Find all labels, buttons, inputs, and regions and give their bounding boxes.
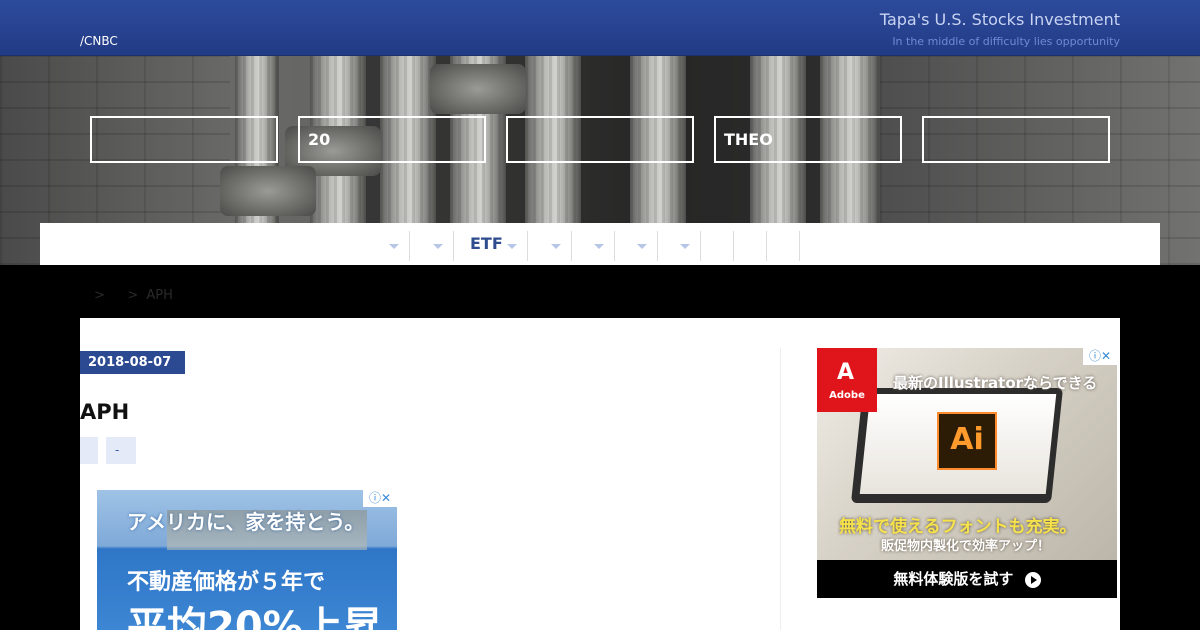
- breadcrumb: > > APH: [80, 288, 173, 303]
- chevron-down-icon: [594, 244, 604, 249]
- ad-cta-button[interactable]: 無料体験版を試す: [817, 560, 1117, 598]
- hero-nav-box-3[interactable]: [506, 116, 694, 163]
- hero-nav-box-1[interactable]: [90, 116, 278, 163]
- menu-item-7[interactable]: [658, 231, 701, 261]
- menu-item-6[interactable]: [615, 231, 658, 261]
- ad-subline-1: 無料で使えるフォントも充実。: [839, 517, 1077, 537]
- ad-headline: 最新のIllustratorならできる: [893, 374, 1098, 392]
- play-arrow-icon: [1024, 571, 1041, 588]
- menu-item-4[interactable]: [528, 231, 572, 261]
- ad-line-3: 平均20%上昇: [127, 604, 383, 630]
- chevron-down-icon: [637, 244, 647, 249]
- ad-banner-adobe[interactable]: A Adobe 最新のIllustratorならできる Ai 無料で使えるフォン…: [817, 348, 1117, 598]
- site-title[interactable]: Tapa's U.S. Stocks Investment: [880, 10, 1120, 29]
- chevron-down-icon: [507, 244, 517, 249]
- adobe-logo-mark: A: [837, 360, 855, 385]
- post-title: APH: [80, 400, 130, 424]
- hero-nav-box-5[interactable]: [922, 116, 1110, 163]
- article-area: 2018-08-07 APH - アメリカに、家を持とう。 不動産価格が５年で …: [80, 318, 1120, 630]
- ad-line-1: アメリカに、家を持とう。: [127, 510, 365, 534]
- chevron-down-icon: [680, 244, 690, 249]
- hero-nav-box-4[interactable]: THEO: [714, 116, 902, 163]
- post-tag[interactable]: [80, 437, 98, 464]
- hero-capital: [220, 166, 316, 216]
- post-date-badge: 2018-08-07: [80, 351, 185, 374]
- ad-info-close-icon[interactable]: ⓘ✕: [363, 490, 397, 507]
- ad-subline-2: 販促物内製化で効率アップ！: [881, 539, 1051, 554]
- site-header: /CNBC Tapa's U.S. Stocks Investment In t…: [0, 0, 1200, 56]
- ad-cta-label: 無料体験版を試す: [893, 570, 1014, 588]
- ad-line-2: 不動産価格が５年で: [127, 570, 326, 595]
- menu-item-9[interactable]: [734, 231, 767, 261]
- site-tagline: In the middle of difficulty lies opportu…: [892, 35, 1120, 48]
- column-divider: [780, 348, 781, 630]
- menu-item-etf[interactable]: ETF: [454, 231, 528, 261]
- ad-banner-realestate[interactable]: アメリカに、家を持とう。 不動産価格が５年で 平均20%上昇 ⓘ✕: [97, 490, 397, 630]
- chevron-down-icon: [389, 244, 399, 249]
- hero-capital: [430, 64, 526, 114]
- menu-item-10[interactable]: [767, 231, 800, 261]
- hero-nav-box-2[interactable]: 20: [298, 116, 486, 163]
- adobe-logo: A Adobe: [817, 348, 877, 412]
- menu-item-5[interactable]: [572, 231, 615, 261]
- menu-item-1[interactable]: [370, 231, 410, 261]
- menu-item-label: ETF: [470, 234, 503, 253]
- adobe-brand-text: Adobe: [829, 390, 865, 401]
- ad-info-close-icon[interactable]: ⓘ✕: [1083, 348, 1117, 365]
- breadcrumb-separator: >: [127, 288, 139, 303]
- breadcrumb-separator: >: [94, 288, 106, 303]
- breadcrumb-current: APH: [146, 288, 173, 303]
- post-tag[interactable]: -: [106, 437, 136, 464]
- chevron-down-icon: [551, 244, 561, 249]
- chevron-down-icon: [433, 244, 443, 249]
- source-link[interactable]: /CNBC: [80, 34, 118, 48]
- menu-item-8[interactable]: [701, 231, 734, 261]
- illustrator-app-icon: Ai: [937, 412, 997, 470]
- menu-item-2[interactable]: [410, 231, 454, 261]
- main-menu: ETF: [40, 223, 1160, 265]
